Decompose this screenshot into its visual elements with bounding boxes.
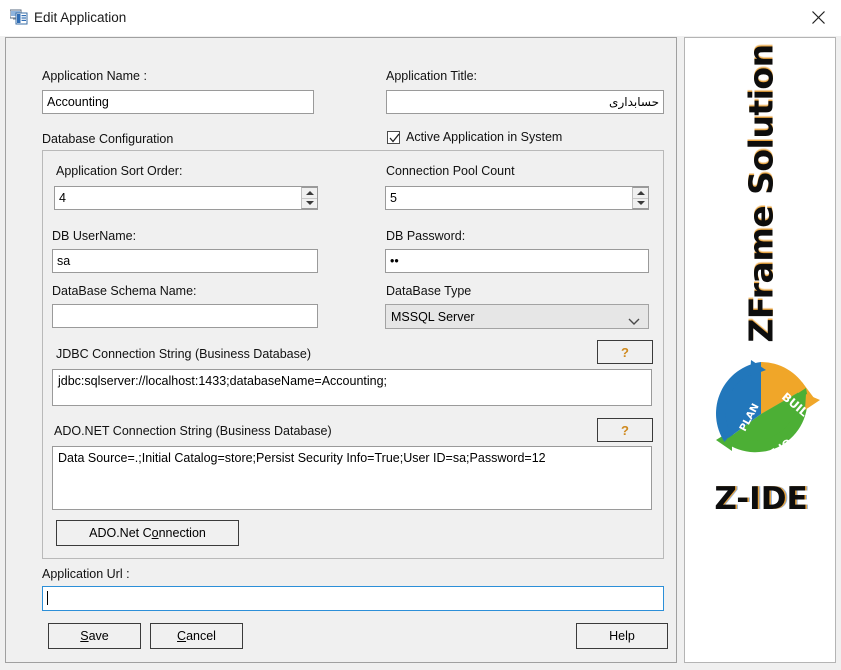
db-password-label: DB Password:: [386, 229, 466, 243]
product-name-text: ZFrame Solution: [741, 43, 781, 343]
ide-name-text: Z-IDE: [714, 481, 808, 517]
active-application-label: Active Application in System: [406, 130, 563, 144]
database-schema-name-input[interactable]: [52, 304, 318, 328]
application-name-input[interactable]: Accounting: [42, 90, 314, 114]
connection-pool-count-label: Connection Pool Count: [386, 164, 515, 178]
jdbc-help-button[interactable]: ?: [597, 340, 653, 364]
checkbox-box: [387, 130, 400, 144]
branding-panel: ZFrame Solution BUILD PLAN OPERATE Z-IDE: [684, 37, 836, 663]
close-icon: [811, 11, 825, 24]
application-sort-order-input[interactable]: 4: [54, 186, 318, 210]
application-title-input[interactable]: حسابداری: [386, 90, 664, 114]
application-window-icon: [9, 9, 28, 25]
chevron-down-icon: [628, 314, 640, 328]
db-password-input[interactable]: ••: [385, 249, 649, 273]
database-type-select[interactable]: MSSQL Server: [385, 304, 649, 329]
edit-application-window: Edit Application Application Name : Acco…: [0, 0, 841, 670]
product-name-vertical: ZFrame Solution: [685, 38, 837, 348]
database-schema-name-label: DataBase Schema Name:: [52, 284, 197, 298]
spinner-up-icon[interactable]: [302, 188, 317, 199]
window-title: Edit Application: [34, 10, 127, 25]
application-sort-order-spinner[interactable]: [301, 187, 318, 209]
adonet-connection-string-input[interactable]: Data Source=.;Initial Catalog=store;Pers…: [52, 446, 652, 510]
form-panel: Application Name : Accounting Applicatio…: [5, 37, 677, 663]
cancel-button[interactable]: Cancel: [150, 623, 243, 649]
application-name-label: Application Name :: [42, 69, 147, 83]
cancel-button-label: Cancel: [177, 629, 216, 643]
application-url-label: Application Url :: [42, 567, 130, 581]
save-button[interactable]: Save: [48, 623, 141, 649]
spinner-down-icon[interactable]: [302, 199, 317, 209]
db-username-label: DB UserName:: [52, 229, 137, 243]
help-button[interactable]: Help: [576, 623, 668, 649]
check-icon: [389, 133, 400, 143]
title-bar: Edit Application: [0, 0, 841, 37]
zide-cycle-logo: BUILD PLAN OPERATE: [698, 354, 824, 476]
jdbc-connection-string-label: JDBC Connection String (Business Databas…: [56, 347, 311, 361]
application-sort-order-label: Application Sort Order:: [56, 164, 183, 178]
client-area: Application Name : Accounting Applicatio…: [0, 36, 841, 670]
spinner-down-icon[interactable]: [633, 199, 648, 209]
jdbc-connection-string-input[interactable]: jdbc:sqlserver://localhost:1433;database…: [52, 369, 652, 406]
database-configuration-label: Database Configuration: [42, 132, 174, 146]
text-caret: [47, 591, 48, 605]
save-button-label: Save: [80, 629, 109, 643]
spinner-up-icon[interactable]: [633, 188, 648, 199]
adonet-connection-string-label: ADO.NET Connection String (Business Data…: [54, 424, 332, 438]
connection-pool-count-input[interactable]: 5: [385, 186, 649, 210]
connection-pool-count-spinner[interactable]: [632, 187, 649, 209]
application-title-label: Application Title:: [386, 69, 478, 83]
db-username-input[interactable]: sa: [52, 249, 318, 273]
adonet-help-button[interactable]: ?: [597, 418, 653, 442]
close-button[interactable]: [795, 0, 841, 35]
active-application-checkbox[interactable]: Active Application in System: [387, 130, 562, 144]
adonet-connection-button-label: ADO.Net Connection: [89, 526, 206, 540]
database-type-label: DataBase Type: [386, 284, 472, 298]
application-url-input[interactable]: [42, 586, 664, 611]
database-type-value: MSSQL Server: [391, 309, 475, 324]
adonet-connection-button[interactable]: ADO.Net Connection: [56, 520, 239, 546]
